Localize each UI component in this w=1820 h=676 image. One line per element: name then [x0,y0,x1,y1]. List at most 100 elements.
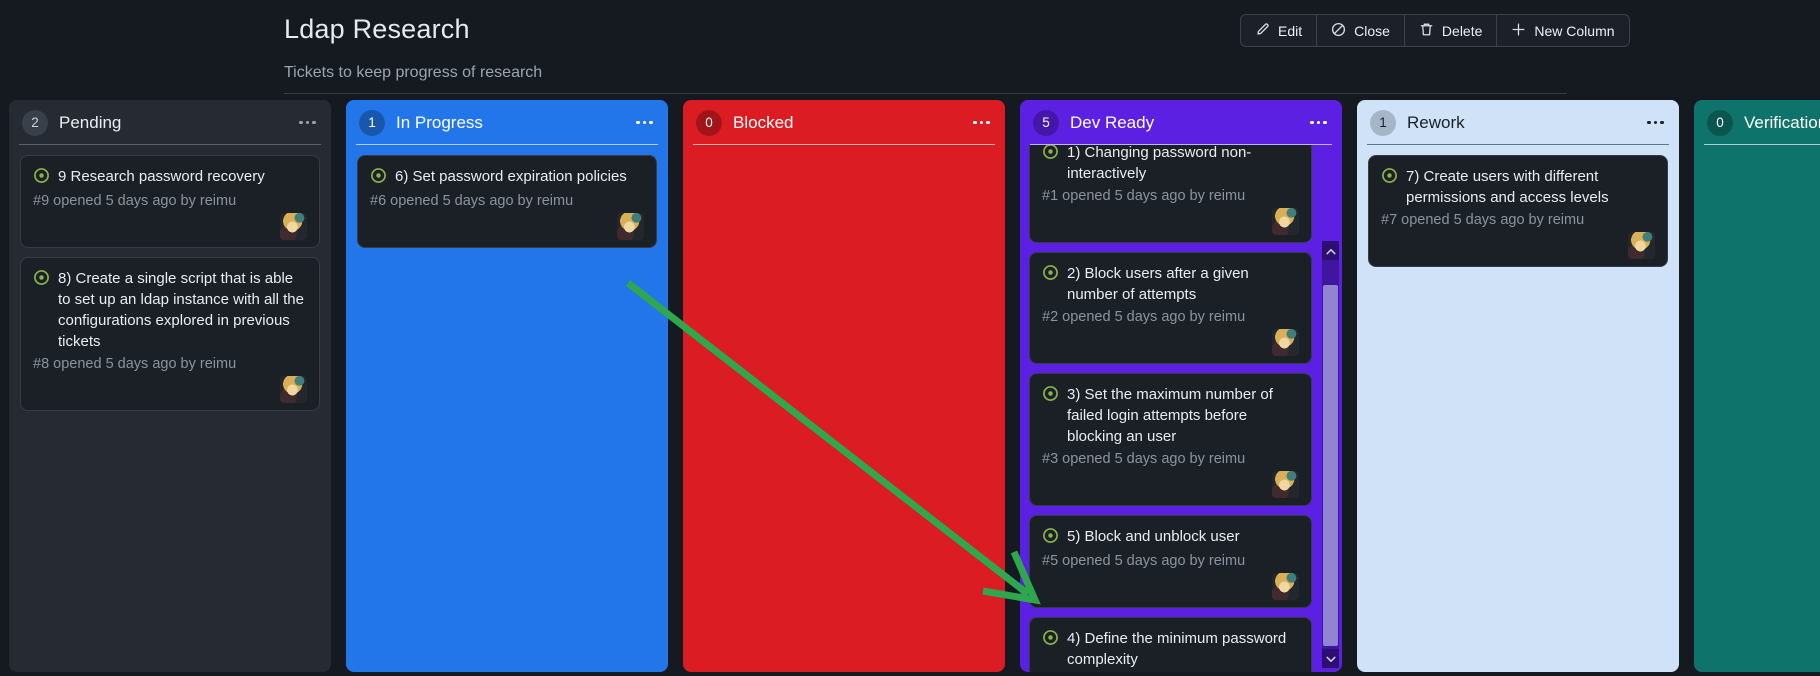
issue-card[interactable]: 7) Create users with different permissio… [1368,155,1668,267]
issue-card[interactable]: 5) Block and unblock user #5 opened 5 da… [1029,515,1312,608]
column-header: 5 Dev Ready [1020,100,1342,144]
close-button-label: Close [1354,22,1390,39]
pencil-icon [1255,22,1270,40]
edit-button-label: Edit [1278,22,1303,39]
issue-open-icon [370,167,387,189]
card-meta: #9 opened 5 days ago by reimu [33,193,237,209]
card-title: 3) Set the maximum number of failed logi… [1067,386,1273,445]
close-button[interactable]: Close [1316,15,1404,46]
board: 2 Pending 9 Research password recovery #… [9,100,1820,672]
column-count-badge: 0 [696,109,722,136]
issue-open-icon [1042,264,1059,305]
page-subtitle: Tickets to keep progress of research [284,64,543,81]
delete-button[interactable]: Delete [1403,15,1496,46]
card-title: 9 Research password recovery [58,168,265,185]
column-title: Rework [1407,112,1465,132]
column-scrollbar[interactable] [1322,241,1339,668]
column-count-badge: 1 [359,109,385,136]
issue-card[interactable]: 9 Research password recovery #9 opened 5… [20,155,320,248]
plus-icon [1511,22,1526,40]
card-title: 6) Set password expiration policies [395,168,627,185]
avatar[interactable] [1272,471,1299,498]
chevron-down-icon [1325,650,1336,668]
column-rework: 1 Rework 7) Create users with different … [1357,100,1679,672]
card-meta: #5 opened 5 days ago by reimu [1042,553,1246,569]
scrollbar-thumb[interactable] [1323,285,1338,646]
card-meta: #3 opened 5 days ago by reimu [1042,451,1246,467]
board-toolbar: Edit Close Delete New Column [1240,14,1630,47]
avatar[interactable] [280,376,307,403]
column-pending: 2 Pending 9 Research password recovery #… [9,100,331,672]
card-meta: #6 opened 5 days ago by reimu [370,193,574,209]
scroll-down-button[interactable] [1322,649,1339,668]
issue-card[interactable]: 4) Define the minimum password complexit… [1029,617,1312,672]
card-title: 8) Create a single script that is able t… [58,270,304,350]
circle-slash-icon [1331,22,1346,40]
column-cards [1694,145,1820,672]
avatar[interactable] [617,213,644,240]
column-title: Dev Ready [1070,112,1155,132]
new-column-button[interactable]: New Column [1496,15,1628,46]
card-title: 5) Block and unblock user [1067,528,1240,545]
column-cards: 1) Changing password non-interactively #… [1020,145,1342,672]
scroll-up-button[interactable] [1322,241,1339,260]
card-meta: #1 opened 5 days ago by reimu [1042,188,1246,204]
card-meta: #8 opened 5 days ago by reimu [33,356,237,372]
card-meta: #2 opened 5 days ago by reimu [1042,309,1246,325]
column-header: 0 Verification [1694,100,1820,144]
issue-open-icon [1042,527,1059,549]
column-header: 2 Pending [9,100,331,144]
column-menu-button[interactable] [971,117,992,129]
delete-button-label: Delete [1441,22,1483,39]
column-count-badge: 0 [1707,109,1733,136]
column-header: 1 Rework [1357,100,1679,144]
issue-open-icon [1042,145,1059,184]
issue-card[interactable]: 8) Create a single script that is able t… [20,257,320,411]
column-verification: 0 Verification [1694,100,1820,672]
project-board-page: { "page": { "title": "Ldap Research", "s… [0,0,1820,676]
edit-button[interactable]: Edit [1241,15,1316,46]
column-title: Blocked [733,112,794,132]
page-title: Ldap Research [284,14,470,44]
issue-open-icon [33,269,50,352]
issue-open-icon [33,167,50,189]
column-title: In Progress [396,112,483,132]
issue-open-icon [1381,167,1398,208]
column-menu-button[interactable] [297,117,318,129]
column-dev-ready: 5 Dev Ready 1) Changing password non-int… [1020,100,1342,672]
column-title: Verification [1744,112,1820,132]
avatar[interactable] [1272,573,1299,600]
column-cards: 9 Research password recovery #9 opened 5… [9,145,331,672]
column-header: 0 Blocked [683,100,1005,144]
column-title: Pending [59,112,122,132]
avatar[interactable] [1272,208,1299,235]
avatar[interactable] [1272,329,1299,356]
issue-card[interactable]: 2) Block users after a given number of a… [1029,252,1312,364]
trash-icon [1419,22,1434,40]
column-blocked: 0 Blocked [683,100,1005,672]
issue-card[interactable]: 1) Changing password non-interactively #… [1029,145,1312,243]
avatar[interactable] [280,213,307,240]
issue-card[interactable]: 3) Set the maximum number of failed logi… [1029,373,1312,506]
column-count-badge: 1 [1370,109,1396,136]
issue-open-icon [1042,629,1059,670]
chevron-up-icon [1325,242,1336,260]
issue-card[interactable]: 6) Set password expiration policies #6 o… [357,155,657,248]
issue-open-icon [1042,385,1059,447]
new-column-button-label: New Column [1534,22,1615,39]
column-count-badge: 5 [1033,109,1059,136]
column-menu-button[interactable] [1645,117,1666,129]
column-in-progress: 1 In Progress 6) Set password expiration… [346,100,668,672]
card-title: 2) Block users after a given number of a… [1067,265,1249,303]
column-count-badge: 2 [22,109,48,136]
column-cards [683,145,1005,672]
column-menu-button[interactable] [1308,117,1329,129]
column-cards: 6) Set password expiration policies #6 o… [346,145,668,672]
avatar[interactable] [1628,232,1655,259]
card-meta: #7 opened 5 days ago by reimu [1381,212,1585,228]
column-cards: 7) Create users with different permissio… [1357,145,1679,672]
column-menu-button[interactable] [634,117,655,129]
header-divider [284,93,1567,94]
card-title: 4) Define the minimum password complexit… [1067,630,1287,668]
column-header: 1 In Progress [346,100,668,144]
